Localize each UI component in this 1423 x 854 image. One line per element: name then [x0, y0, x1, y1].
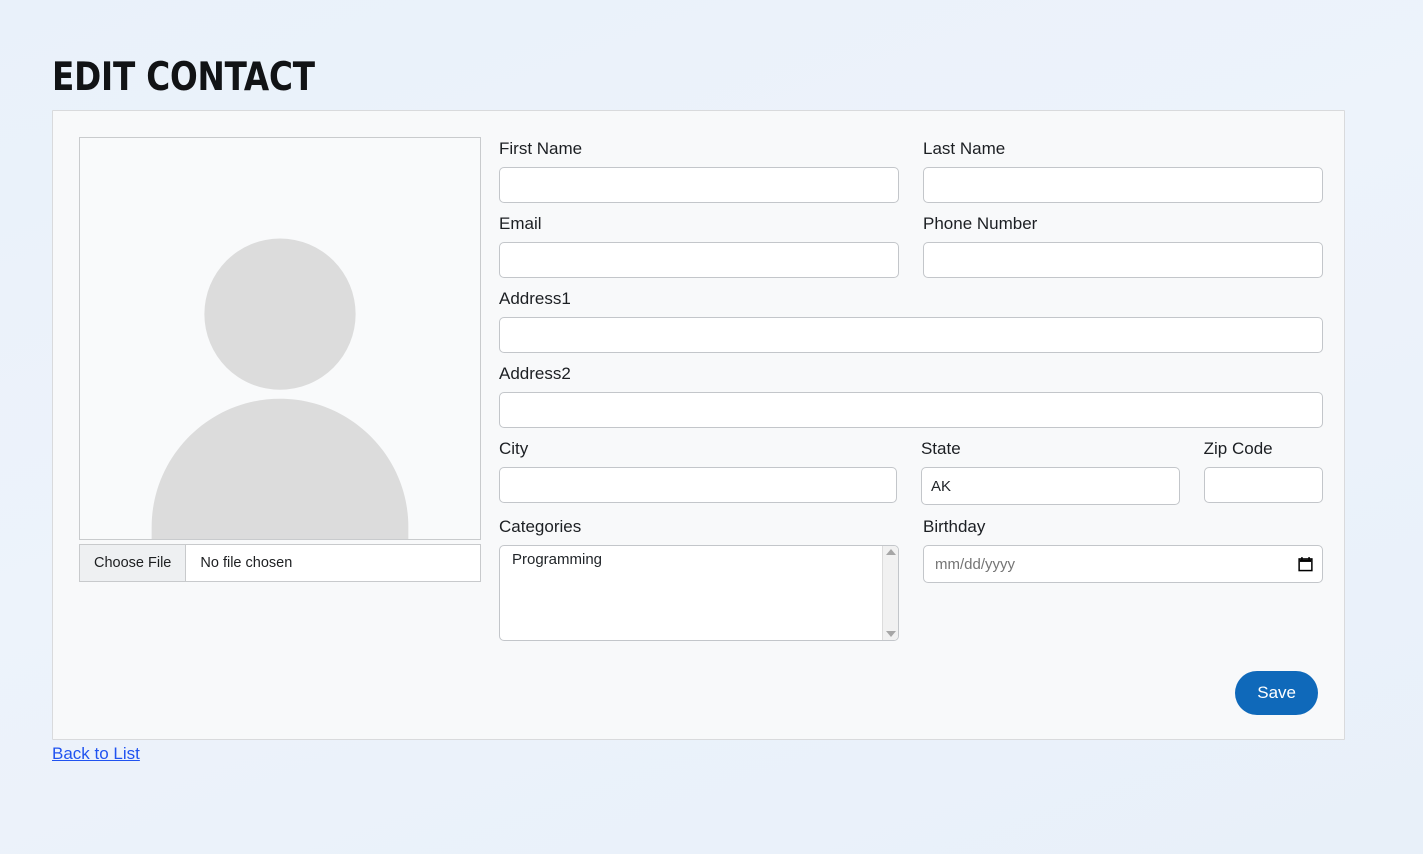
- address2-field: Address2: [499, 362, 1323, 428]
- contact-form: First Name Last Name Email Phone Number: [499, 137, 1324, 641]
- categories-listbox[interactable]: Programming: [499, 545, 899, 641]
- state-select[interactable]: AK: [920, 467, 1180, 505]
- category-option-programming[interactable]: Programming: [500, 546, 898, 574]
- birthday-input[interactable]: [923, 545, 1323, 583]
- email-label: Email: [499, 214, 542, 233]
- file-status-text: No file chosen: [200, 555, 293, 571]
- address1-label: Address1: [499, 289, 571, 308]
- first-name-field: First Name: [499, 137, 899, 203]
- categories-scrollbar[interactable]: [882, 546, 898, 640]
- form-actions: Save: [1235, 671, 1318, 715]
- city-input[interactable]: [499, 467, 897, 503]
- contact-row: Email Phone Number: [499, 212, 1323, 278]
- edit-contact-card: Choose File No file chosen First Name La…: [52, 110, 1345, 740]
- choose-file-button[interactable]: Choose File: [80, 545, 187, 581]
- back-to-list-link[interactable]: Back to List: [52, 744, 140, 764]
- photo-column: Choose File No file chosen: [79, 137, 481, 582]
- photo-file-input[interactable]: Choose File No file chosen: [79, 544, 481, 582]
- scroll-down-arrow-icon[interactable]: [885, 631, 896, 637]
- avatar-preview: [79, 137, 481, 540]
- birthday-input-wrapper: [923, 545, 1323, 583]
- state-label: State: [920, 439, 961, 458]
- categories-label: Categories: [499, 517, 582, 536]
- person-placeholder-icon: [80, 138, 480, 539]
- page-title: EDIT CONTACT: [52, 55, 315, 100]
- email-input[interactable]: [499, 242, 899, 278]
- first-name-label: First Name: [499, 139, 583, 158]
- city-label: City: [499, 439, 529, 458]
- zip-code-input[interactable]: [1203, 467, 1324, 503]
- birthday-field: Birthday: [923, 515, 1323, 641]
- address2-input[interactable]: [499, 392, 1323, 428]
- zip-code-field: Zip Code: [1203, 437, 1324, 505]
- last-name-input[interactable]: [923, 167, 1323, 203]
- name-row: First Name Last Name: [499, 137, 1323, 203]
- address1-field: Address1: [499, 287, 1323, 353]
- last-name-label: Last Name: [923, 139, 1006, 158]
- phone-number-label: Phone Number: [923, 214, 1038, 233]
- state-field: State AK: [920, 437, 1180, 505]
- page-root: EDIT CONTACT Choose File No file chosen: [0, 0, 1423, 854]
- categories-birthday-row: Categories Programming Birthday: [499, 515, 1323, 641]
- zip-code-label: Zip Code: [1203, 439, 1273, 458]
- address1-row: Address1: [499, 287, 1323, 353]
- last-name-field: Last Name: [923, 137, 1323, 203]
- address2-label: Address2: [499, 364, 571, 383]
- city-state-zip-row: City State AK Zip Code: [499, 437, 1324, 505]
- categories-field: Categories Programming: [499, 515, 899, 641]
- birthday-label: Birthday: [923, 517, 986, 536]
- city-field: City: [499, 437, 897, 505]
- phone-number-input[interactable]: [923, 242, 1323, 278]
- email-field: Email: [499, 212, 899, 278]
- first-name-input[interactable]: [499, 167, 899, 203]
- address2-row: Address2: [499, 362, 1323, 428]
- scroll-up-arrow-icon[interactable]: [885, 549, 896, 555]
- address1-input[interactable]: [499, 317, 1323, 353]
- phone-number-field: Phone Number: [923, 212, 1323, 278]
- save-button[interactable]: Save: [1235, 671, 1318, 715]
